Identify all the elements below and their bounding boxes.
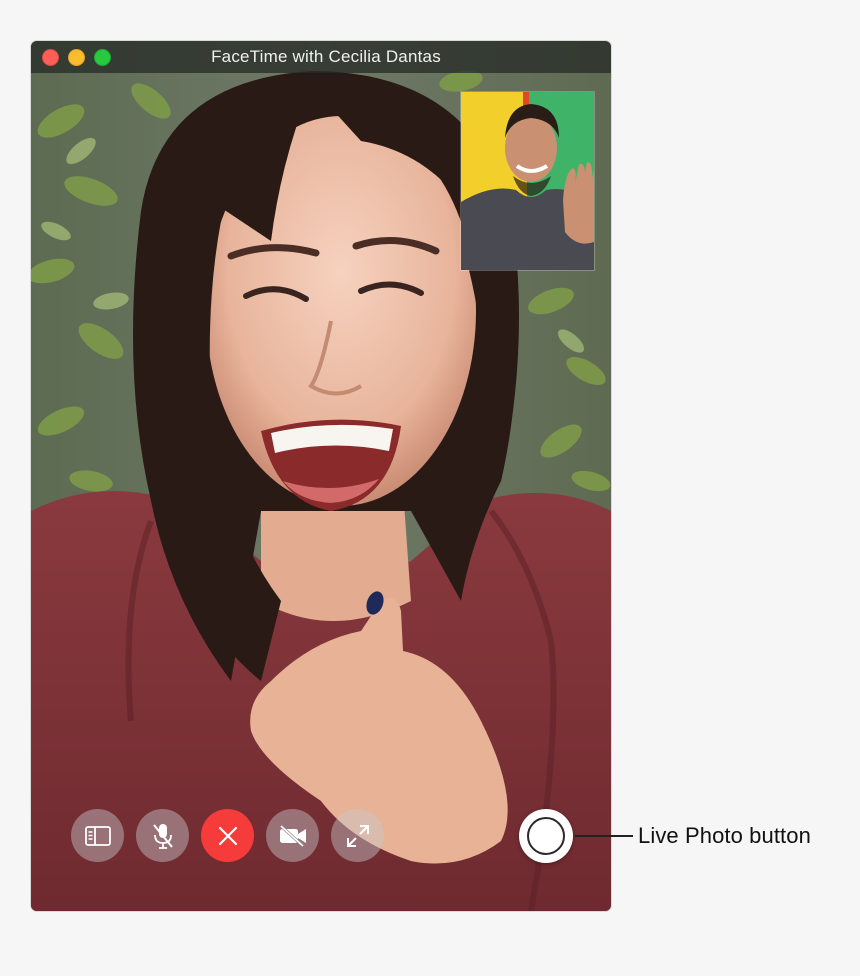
traffic-lights: [42, 49, 111, 66]
window-title: FaceTime with Cecilia Dantas: [211, 47, 441, 66]
title-bar: FaceTime with Cecilia Dantas: [31, 41, 611, 73]
shutter-icon: [527, 817, 565, 855]
self-view[interactable]: [461, 92, 594, 270]
expand-arrows-icon: [346, 824, 369, 847]
self-view-image: [461, 92, 594, 270]
sidebar-icon: [84, 825, 111, 846]
close-icon[interactable]: [42, 49, 59, 66]
end-call-button[interactable]: [201, 809, 254, 862]
callout-label: Live Photo button: [638, 823, 811, 848]
microphone-slash-icon: [152, 823, 173, 849]
full-screen-button[interactable]: [331, 809, 384, 862]
mute-button[interactable]: [136, 809, 189, 862]
call-controls: [71, 809, 384, 862]
live-photo-button[interactable]: [519, 809, 573, 863]
zoom-icon[interactable]: [94, 49, 111, 66]
callout-line: [575, 835, 633, 837]
minimize-icon[interactable]: [68, 49, 85, 66]
sidebar-button[interactable]: [71, 809, 124, 862]
camera-slash-icon: [279, 824, 306, 847]
stage: FaceTime with Cecilia Dantas Live Photo …: [0, 0, 860, 976]
facetime-window: FaceTime with Cecilia Dantas: [31, 41, 611, 911]
video-off-button[interactable]: [266, 809, 319, 862]
x-icon: [218, 826, 237, 845]
